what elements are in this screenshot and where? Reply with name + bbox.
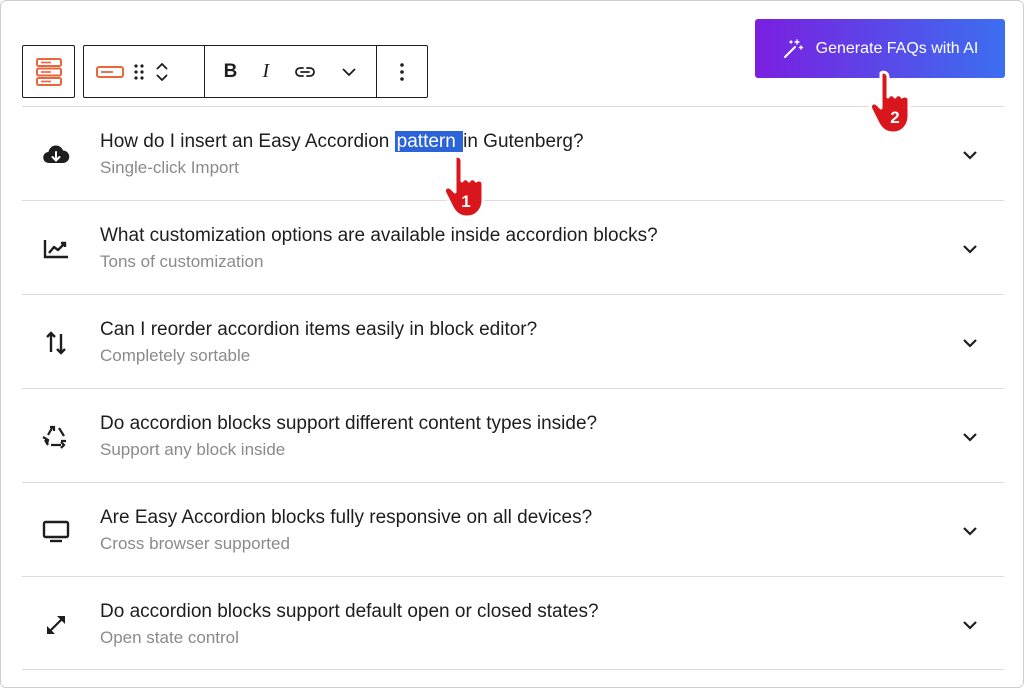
faq-item[interactable]: Are Easy Accordion blocks fully responsi…: [22, 482, 1004, 576]
options-button[interactable]: [399, 62, 405, 82]
sort-arrows-icon: [42, 329, 70, 357]
toolbar-group-options: [376, 46, 427, 97]
faq-subtitle: Single-click Import: [100, 158, 239, 177]
accordion-item-icon[interactable]: [96, 65, 124, 78]
chevron-down-icon[interactable]: [154, 73, 170, 83]
link-button[interactable]: [294, 65, 316, 79]
drag-handle-icon[interactable]: [132, 62, 146, 82]
faq-item[interactable]: Do accordion blocks support different co…: [22, 388, 1004, 482]
chevron-down-icon[interactable]: [960, 145, 980, 165]
cloud-download-icon: [42, 141, 70, 169]
expand-arrows-icon: [42, 611, 70, 639]
more-formats-button[interactable]: [341, 67, 357, 77]
hand-cursor-icon: 2: [869, 70, 911, 135]
faq-subtitle: Open state control: [100, 628, 239, 647]
toolbar-group-format: B I: [204, 46, 376, 97]
editor-frame: B I Generate FAQs with AI How do I inser…: [0, 0, 1024, 688]
faq-question[interactable]: Do accordion blocks support default open…: [100, 601, 599, 623]
generate-faqs-label: Generate FAQs with AI: [815, 39, 979, 57]
hand-cursor-icon: 1: [443, 154, 485, 219]
bold-button[interactable]: B: [224, 61, 238, 83]
faq-item[interactable]: How do I insert an Easy Accordion patter…: [22, 106, 1004, 200]
chevron-down-icon[interactable]: [960, 521, 980, 541]
faq-question[interactable]: Are Easy Accordion blocks fully responsi…: [100, 507, 592, 529]
block-toolbar: B I: [83, 45, 428, 98]
faq-item[interactable]: What customization options are available…: [22, 200, 1004, 294]
annotation-marker: 2: [890, 108, 899, 127]
block-type-button[interactable]: [22, 45, 75, 98]
chevron-down-icon[interactable]: [960, 239, 980, 259]
chart-line-icon: [42, 235, 70, 263]
move-up-down-control: [154, 61, 170, 83]
italic-button[interactable]: I: [262, 60, 269, 83]
faq-subtitle: Support any block inside: [100, 440, 286, 459]
recycle-icon: [42, 423, 70, 451]
link-icon: [295, 66, 316, 77]
annotation-marker: 1: [461, 192, 470, 211]
faq-question[interactable]: Do accordion blocks support different co…: [100, 413, 597, 435]
selected-text: pattern: [394, 131, 464, 152]
accordion-block-icon: [35, 57, 62, 86]
chevron-down-icon: [342, 67, 357, 76]
magic-wand-icon: [783, 38, 803, 58]
faq-question[interactable]: How do I insert an Easy Accordion patter…: [100, 131, 584, 153]
chevron-down-icon[interactable]: [960, 615, 980, 635]
faq-subtitle: Tons of customization: [100, 252, 264, 271]
chevron-up-icon[interactable]: [154, 61, 170, 71]
chevron-down-icon[interactable]: [960, 333, 980, 353]
faq-question[interactable]: Can I reorder accordion items easily in …: [100, 319, 537, 341]
faq-item[interactable]: Do accordion blocks support default open…: [22, 576, 1004, 670]
faq-subtitle: Cross browser supported: [100, 534, 290, 553]
toolbar-group-block: [84, 46, 204, 97]
faq-item[interactable]: Can I reorder accordion items easily in …: [22, 294, 1004, 388]
monitor-icon: [42, 517, 70, 545]
faq-accordion: How do I insert an Easy Accordion patter…: [22, 106, 1004, 670]
more-vertical-icon: [400, 62, 404, 81]
faq-question[interactable]: What customization options are available…: [100, 225, 658, 247]
chevron-down-icon[interactable]: [960, 427, 980, 447]
faq-subtitle: Completely sortable: [100, 346, 251, 365]
